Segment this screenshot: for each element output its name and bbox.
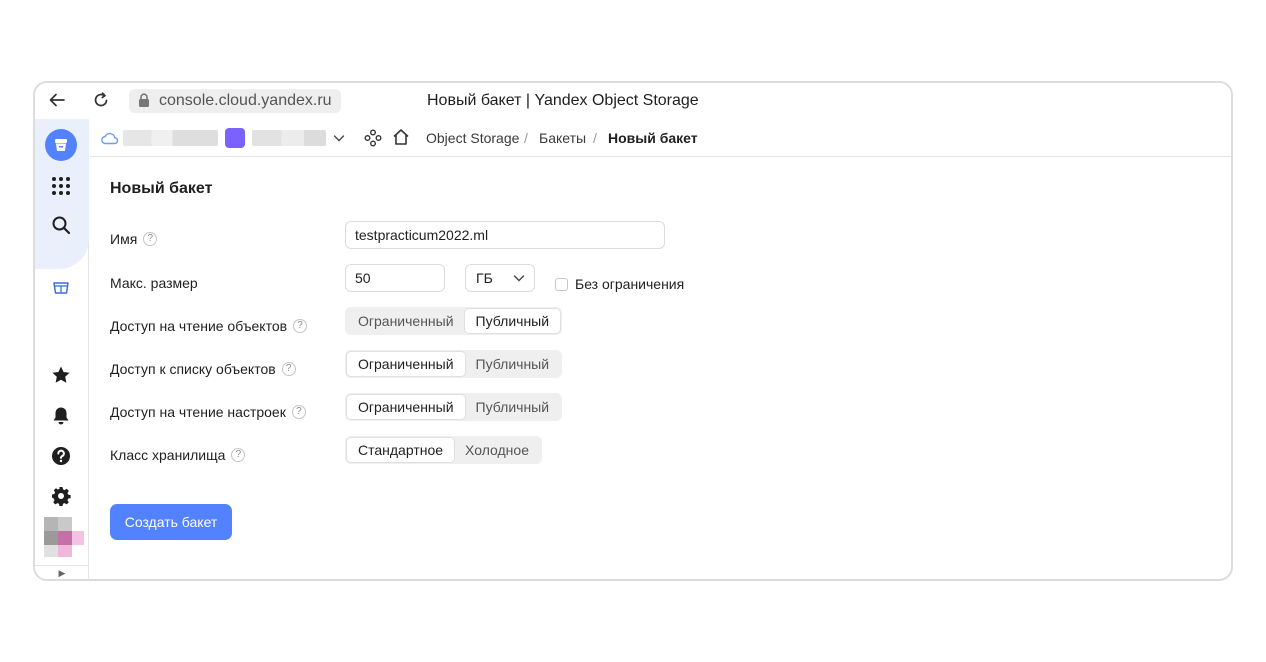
list-access-option-restricted[interactable]: Ограниченный (347, 352, 465, 376)
left-sidebar: ▶ (35, 119, 89, 579)
read-access-option-restricted[interactable]: Ограниченный (347, 309, 465, 333)
bucket-service-button[interactable] (45, 129, 77, 161)
breadcrumb-current: Новый бакет (608, 130, 698, 146)
list-access-segmented-control: Ограниченный Публичный (345, 350, 563, 378)
browser-titlebar: console.cloud.yandex.ru Новый бакет | Ya… (35, 83, 1231, 119)
read-access-label: Доступ на чтение объектов (110, 318, 288, 334)
arrow-left-icon (49, 93, 65, 107)
list-access-label: Доступ к списку объектов (110, 361, 276, 377)
notifications-button[interactable] (46, 401, 76, 431)
help-circle-icon[interactable]: ? (143, 232, 158, 246)
settings-access-label-row: Доступ на чтение настроек ? (110, 403, 306, 421)
help-circle-icon[interactable]: ? (281, 362, 296, 376)
search-icon (52, 216, 71, 235)
breadcrumb-separator: / (593, 130, 597, 146)
bucket-name-input[interactable]: testpracticum2022.ml (345, 221, 665, 249)
window-title: Новый бакет | Yandex Object Storage (427, 92, 699, 109)
page-title: Новый бакет (110, 180, 213, 197)
cloud-name-redacted[interactable] (123, 130, 218, 146)
settings-access-label: Доступ на чтение настроек (110, 404, 286, 420)
size-unit-select[interactable]: ГБ (465, 264, 535, 292)
object-storage-icon (53, 282, 69, 294)
user-avatar[interactable] (44, 517, 84, 557)
gear-icon (52, 487, 71, 506)
browser-window: console.cloud.yandex.ru Новый бакет | Ya… (33, 81, 1233, 581)
help-circle-icon[interactable]: ? (231, 448, 246, 462)
apps-grid-icon (52, 177, 70, 195)
size-unit-value: ГБ (476, 270, 493, 286)
bucket-icon (55, 139, 67, 151)
storage-class-option-cold[interactable]: Холодное (454, 438, 540, 462)
apps-grid-button[interactable] (46, 171, 76, 201)
reload-icon (94, 92, 108, 107)
bucket-name-value: testpracticum2022.ml (355, 227, 489, 243)
help-button[interactable] (46, 441, 76, 471)
storage-class-option-standard[interactable]: Стандартное (347, 438, 455, 462)
list-access-option-public[interactable]: Публичный (465, 352, 561, 376)
chevron-down-icon[interactable] (333, 133, 345, 143)
storage-class-label: Класс хранилища (110, 447, 226, 463)
top-navigation: Object Storage / Бакеты / Новый бакет (90, 119, 1231, 157)
expand-sidebar-button[interactable]: ▶ (35, 565, 89, 579)
storage-class-segmented-control: Стандартное Холодное (345, 436, 542, 464)
name-label: Имя (110, 231, 138, 247)
address-bar[interactable]: console.cloud.yandex.ru (129, 89, 341, 113)
lock-icon (139, 93, 149, 107)
settings-access-segmented-control: Ограниченный Публичный (345, 393, 563, 421)
read-access-option-public[interactable]: Публичный (464, 309, 561, 333)
folder-badge (225, 128, 245, 148)
star-icon (52, 366, 70, 383)
object-storage-nav-button[interactable] (46, 273, 76, 303)
search-button[interactable] (46, 210, 76, 240)
unlimited-label: Без ограничения (575, 276, 685, 292)
cloud-icon (101, 132, 119, 145)
read-access-label-row: Доступ на чтение объектов ? (110, 317, 308, 335)
main-content: Новый бакет Имя ? testpracticum2022.ml М… (90, 158, 1231, 579)
expand-arrow-icon: ▶ (58, 568, 66, 578)
create-bucket-button[interactable]: Создать бакет (110, 504, 232, 540)
max-size-label: Макс. размер (110, 275, 198, 291)
back-button[interactable] (45, 88, 69, 112)
folder-name-redacted[interactable] (252, 130, 326, 146)
breadcrumb-object-storage[interactable]: Object Storage (426, 129, 519, 147)
bell-icon (53, 407, 69, 425)
settings-button[interactable] (46, 481, 76, 511)
reload-button[interactable] (89, 88, 113, 112)
settings-access-option-public[interactable]: Публичный (465, 395, 561, 419)
unlimited-checkbox-row[interactable]: Без ограничения (555, 276, 684, 292)
help-icon (52, 447, 70, 465)
max-size-value: 50 (355, 270, 371, 286)
url-text: console.cloud.yandex.ru (159, 92, 332, 109)
help-circle-icon[interactable]: ? (293, 319, 308, 333)
max-size-label-row: Макс. размер (110, 274, 198, 292)
name-label-row: Имя ? (110, 230, 158, 248)
read-access-segmented-control: Ограниченный Публичный (345, 307, 563, 335)
storage-class-label-row: Класс хранилища ? (110, 446, 246, 464)
max-size-input[interactable]: 50 (345, 264, 445, 292)
help-circle-icon[interactable]: ? (291, 405, 306, 419)
chevron-down-icon (513, 275, 525, 282)
favorites-button[interactable] (46, 360, 76, 390)
home-icon[interactable] (392, 128, 410, 146)
list-access-label-row: Доступ к списку объектов ? (110, 360, 296, 378)
breadcrumb-separator: / (524, 130, 528, 146)
breadcrumb-buckets[interactable]: Бакеты (539, 129, 586, 147)
settings-access-option-restricted[interactable]: Ограниченный (347, 395, 465, 419)
services-graph-icon[interactable] (364, 129, 382, 147)
unlimited-checkbox[interactable] (555, 277, 568, 291)
